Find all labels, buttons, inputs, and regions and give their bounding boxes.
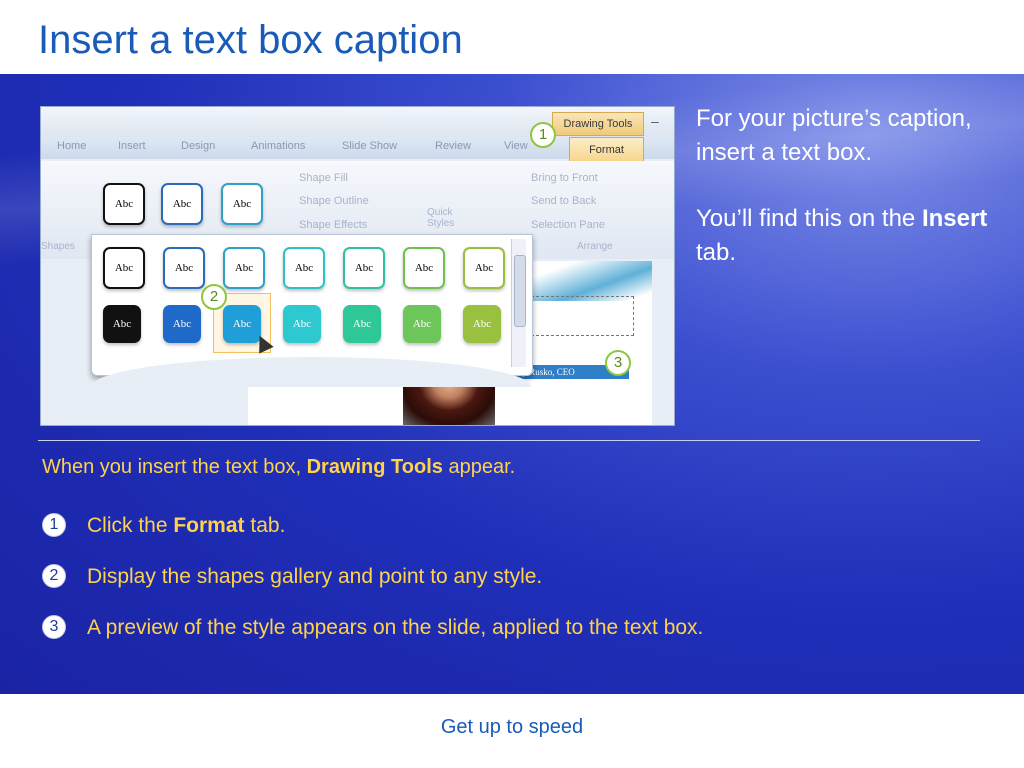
tab-review[interactable]: Review — [435, 140, 471, 152]
style-thumb[interactable]: Abc — [463, 305, 501, 343]
style-thumb[interactable]: Abc — [163, 247, 205, 289]
step-number-icon: 3 — [42, 615, 66, 639]
callout-1-icon: 1 — [530, 122, 556, 148]
step-item: 3 A preview of the style appears on the … — [42, 612, 722, 643]
divider-line — [38, 440, 980, 441]
tab-home[interactable]: Home — [57, 140, 86, 152]
style-thumb[interactable]: Abc — [103, 247, 145, 289]
step-text-pre: Click the — [87, 514, 174, 537]
style-thumb[interactable]: Abc — [163, 305, 201, 343]
tab-slide-show[interactable]: Slide Show — [342, 140, 397, 152]
style-thumb[interactable]: Abc — [103, 183, 145, 225]
style-thumb[interactable]: Abc — [223, 247, 265, 289]
lead-pre: When you insert the text box, — [42, 456, 307, 478]
style-thumb[interactable]: Abc — [403, 305, 441, 343]
lead-bold: Drawing Tools — [306, 456, 443, 478]
step-number-icon: 2 — [42, 564, 66, 588]
lead-sentence: When you insert the text box, Drawing To… — [42, 456, 515, 479]
step-number-icon: 1 — [42, 513, 66, 537]
side-paragraph-2: You’ll find this on the Insert tab. — [696, 202, 996, 270]
tab-design[interactable]: Design — [181, 140, 215, 152]
style-thumb[interactable]: Abc — [161, 183, 203, 225]
callout-3-icon: 3 — [605, 350, 631, 376]
tab-insert[interactable]: Insert — [118, 140, 146, 152]
group-label-shapes: Shapes — [41, 241, 75, 252]
ribbon-screenshot: Drawing Tools – Home Insert Design Anima… — [40, 106, 675, 426]
text-box-placeholder[interactable] — [531, 296, 634, 336]
step-text-post: tab. — [244, 514, 286, 537]
slide-title: Insert a text box caption — [38, 18, 463, 62]
bring-to-front-button[interactable]: Bring to Front — [531, 172, 598, 184]
footer-text: Get up to speed — [440, 716, 584, 738]
style-thumb[interactable]: Abc — [283, 247, 325, 289]
side-p2-post: tab. — [696, 239, 737, 266]
step-text-bold: Format — [173, 514, 245, 537]
tab-view[interactable]: View — [504, 140, 528, 152]
side-paragraph-1: For your picture’s caption, insert a tex… — [696, 105, 972, 166]
minimize-icon[interactable]: – — [651, 113, 659, 129]
step-item: 2 Display the shapes gallery and point t… — [42, 561, 722, 592]
step-list: 1 Click the Format tab. 2 Display the sh… — [42, 510, 722, 663]
style-thumb[interactable]: Abc — [221, 183, 263, 225]
style-thumb[interactable]: Abc — [283, 305, 321, 343]
style-thumb[interactable]: Abc — [343, 247, 385, 289]
drawing-tools-label: Drawing Tools — [552, 112, 644, 136]
style-thumb[interactable]: Abc — [103, 305, 141, 343]
step-text-pre: A preview of the style appears on the sl… — [87, 616, 704, 639]
gallery-scrollbar[interactable] — [511, 239, 526, 367]
scroll-thumb[interactable] — [514, 255, 526, 327]
step-item: 1 Click the Format tab. — [42, 510, 722, 541]
shape-outline-button[interactable]: Shape Outline — [299, 195, 369, 207]
side-p2-bold: Insert — [921, 205, 988, 232]
shape-fill-button[interactable]: Shape Fill — [299, 172, 348, 184]
slide-swoosh — [531, 261, 652, 301]
content-panel: Drawing Tools – Home Insert Design Anima… — [0, 74, 1024, 694]
quick-styles-button[interactable]: Quick Styles — [427, 207, 467, 229]
tab-format[interactable]: Format — [569, 137, 644, 162]
selection-pane-button[interactable]: Selection Pane — [531, 219, 605, 231]
group-label-arrange: Arrange — [577, 241, 613, 252]
side-p2-pre: You’ll find this on the — [696, 205, 922, 232]
lead-post: appear. — [442, 456, 516, 478]
tab-animations[interactable]: Animations — [251, 140, 305, 152]
style-thumb[interactable]: Abc — [343, 305, 381, 343]
side-text: For your picture’s caption, insert a tex… — [696, 102, 996, 302]
shape-effects-button[interactable]: Shape Effects — [299, 219, 367, 231]
step-text-pre: Display the shapes gallery and point to … — [87, 565, 543, 588]
callout-2-icon: 2 — [201, 284, 227, 310]
send-to-back-button[interactable]: Send to Back — [531, 195, 596, 207]
style-thumb[interactable]: Abc — [463, 247, 505, 289]
style-thumb[interactable]: Abc — [403, 247, 445, 289]
